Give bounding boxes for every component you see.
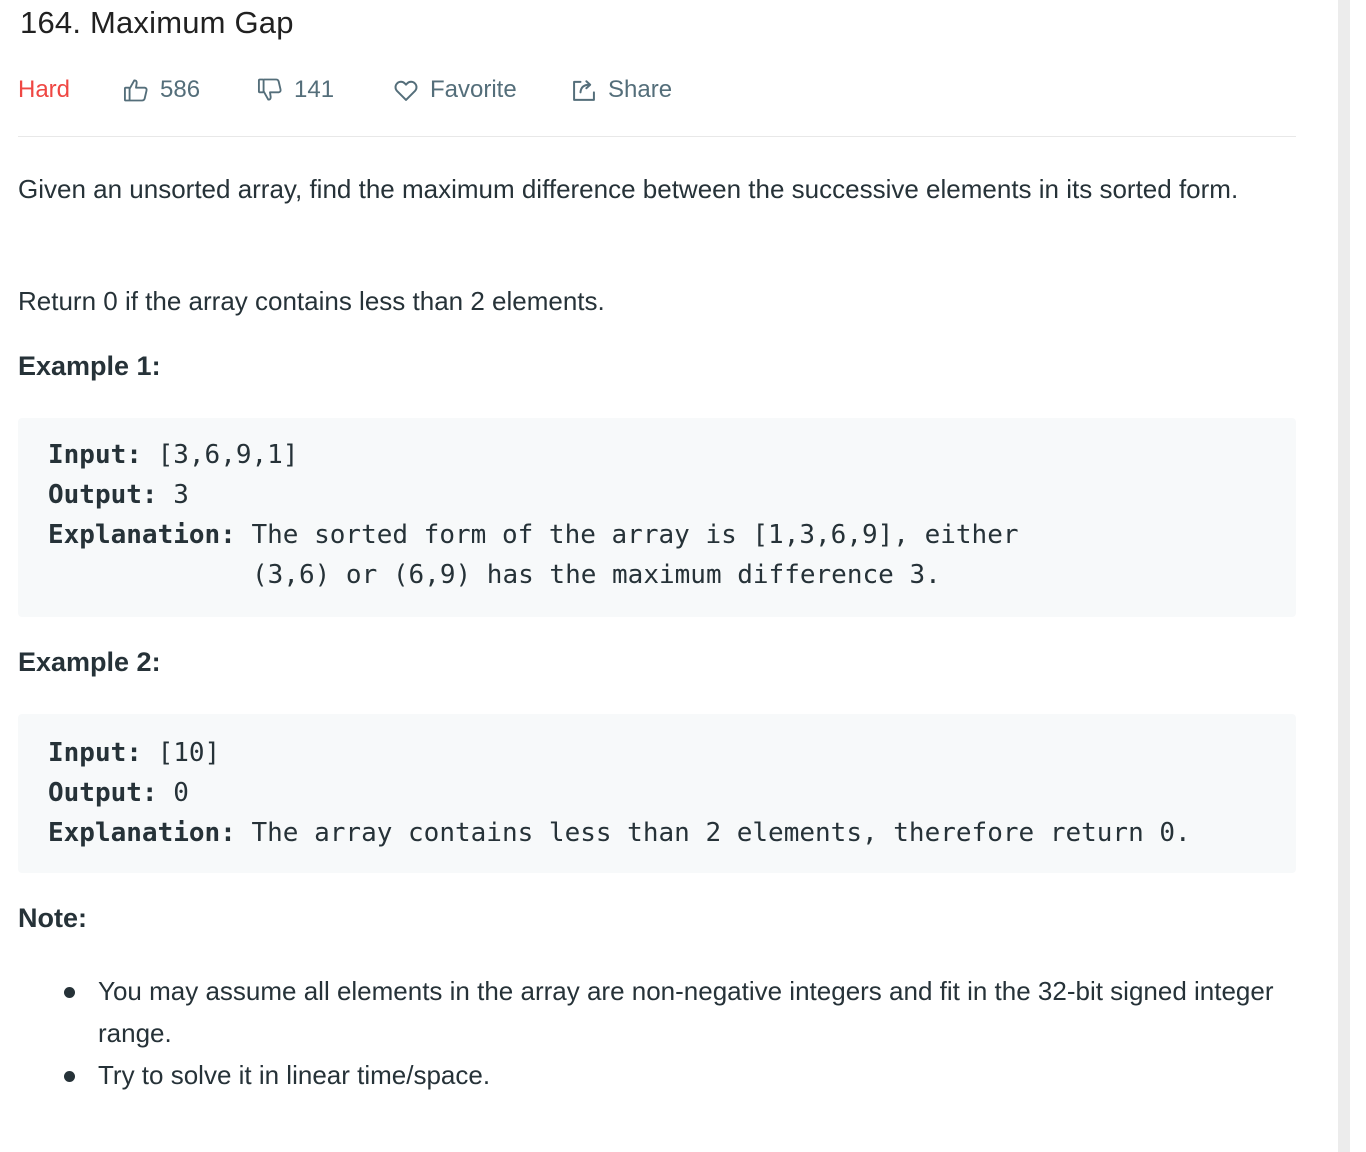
code-line: Explanation: The array contains less tha… <box>48 813 1191 853</box>
favorite-label: Favorite <box>430 76 517 103</box>
code-line: (3,6) or (6,9) has the maximum differenc… <box>252 560 941 590</box>
list-item: You may assume all elements in the array… <box>18 970 1278 1054</box>
note-heading: Note: <box>18 903 87 933</box>
code-value: [10] <box>141 738 221 768</box>
bullet-icon <box>64 987 75 998</box>
code-line: Explanation: The sorted form of the arra… <box>48 515 1019 555</box>
code-value: The array contains less than 2 elements,… <box>235 818 1191 848</box>
code-label: Output: <box>48 480 158 510</box>
dislike-count: 141 <box>294 76 335 103</box>
description-paragraph: Given an unsorted array, find the maximu… <box>18 174 1239 204</box>
code-label: Input: <box>48 738 142 768</box>
code-value: The sorted form of the array is [1,3,6,9… <box>235 520 1019 550</box>
like-button[interactable]: 586 <box>122 72 200 108</box>
heart-icon <box>392 76 420 104</box>
code-label: Explanation: <box>48 818 236 848</box>
code-value: [3,6,9,1] <box>141 440 299 470</box>
problem-title: 164. Maximum Gap <box>20 5 294 40</box>
vertical-scrollbar[interactable] <box>1338 0 1350 1152</box>
note-text: Try to solve it in linear time/space. <box>98 1060 491 1090</box>
problem-meta-bar: Hard 586 141 Favorite Share <box>18 72 1296 108</box>
code-line: Input: [3,6,9,1] <box>48 435 298 475</box>
dislike-button[interactable]: 141 <box>256 72 334 108</box>
example-heading: Example 2: <box>18 647 161 677</box>
code-label: Output: <box>48 778 158 808</box>
header-divider <box>18 136 1296 137</box>
thumbs-up-icon <box>122 76 150 104</box>
code-value: 3 <box>157 480 189 510</box>
bullet-icon <box>64 1071 75 1082</box>
code-value: 0 <box>157 778 189 808</box>
code-label: Explanation: <box>48 520 236 550</box>
like-count: 586 <box>160 76 201 103</box>
note-text: You may assume all elements in the array… <box>98 976 1274 1048</box>
thumbs-down-icon <box>256 76 284 104</box>
code-line: Input: [10] <box>48 733 220 773</box>
share-label: Share <box>608 76 673 103</box>
example-code-block: Input: [10] Output: 0 Explanation: The a… <box>18 714 1296 873</box>
code-line: Output: 0 <box>48 773 189 813</box>
code-line: Output: 3 <box>48 475 189 515</box>
code-label: Input: <box>48 440 142 470</box>
description-paragraph: Return 0 if the array contains less than… <box>18 286 605 316</box>
favorite-button[interactable]: Favorite <box>392 72 517 108</box>
share-button[interactable]: Share <box>570 72 672 108</box>
note-list: You may assume all elements in the array… <box>18 970 1278 1096</box>
difficulty-badge: Hard <box>18 76 71 103</box>
example-heading: Example 1: <box>18 351 161 381</box>
list-item: Try to solve it in linear time/space. <box>18 1054 1278 1096</box>
share-icon <box>570 76 598 104</box>
example-code-block: Input: [3,6,9,1] Output: 3 Explanation: … <box>18 418 1296 617</box>
